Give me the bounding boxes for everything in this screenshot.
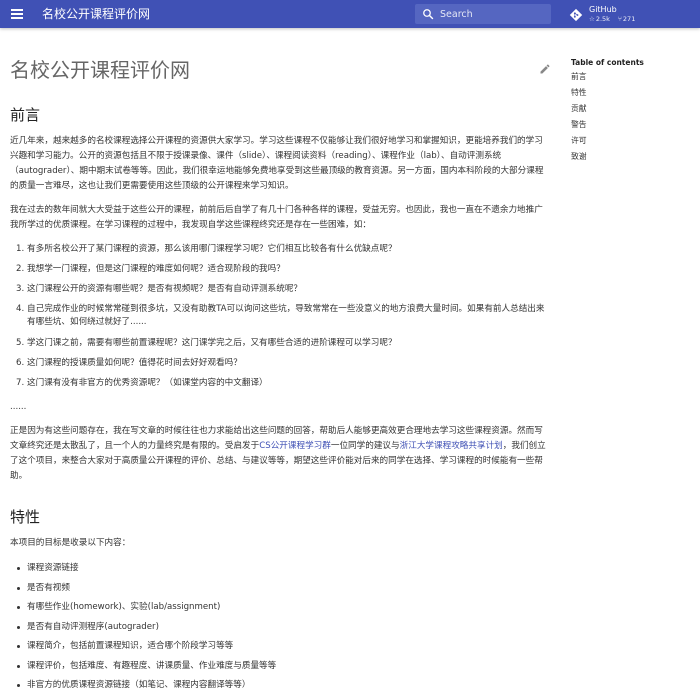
repo-facts: ☆2.5k ⑂271 [589, 15, 641, 23]
toc-item-contribute[interactable]: 贡献 [571, 101, 691, 117]
repo-name: GitHub [589, 5, 617, 14]
features-lead: 本项目的目标是收录以下内容： [10, 538, 131, 548]
list-item: 7. 这门课有没有非官方的优秀资源呢？（如课堂内容的中文翻译） [16, 378, 268, 388]
list-item: 是否有视频 [10, 582, 550, 602]
table-of-contents: Table of contents 前言 特性 贡献 警告 许可 致谢 [571, 58, 691, 165]
list-item: 2. 我想学一门课程，但是这门课程的难度如何呢？适合现阶段的我吗？ [16, 264, 285, 274]
toc-item-intro[interactable]: 前言 [571, 69, 691, 85]
list-item: 3. 这门课程公开的资源有哪些呢？是否有视频呢？是否有自动评测系统呢？ [16, 284, 303, 294]
list-item: 6. 这门课程的授课质量如何呢？值得花时间去好好观看吗？ [16, 358, 242, 368]
toc-title: Table of contents [571, 58, 644, 67]
features-list: 课程资源链接 是否有视频 有哪些作业(homework)、实验(lab/assi… [10, 562, 550, 699]
git-logo-icon [569, 8, 583, 22]
star-icon: ☆ [589, 15, 595, 23]
toc-item-license[interactable]: 许可 [571, 133, 691, 149]
list-item: 5. 学这门课之前，需要有哪些前置课程呢？这门课学完之后，又有哪些合适的进阶课程可… [16, 338, 397, 348]
toc-item-acknowledgements[interactable]: 致谢 [571, 149, 691, 165]
zju-course-guide-link[interactable]: 浙江大学课程攻略共享计划 [400, 441, 503, 451]
search-input[interactable] [440, 6, 545, 22]
star-count: 2.5k [595, 15, 610, 23]
list-item: 有哪些作业(homework)、实验(lab/assignment) [10, 601, 550, 621]
list-item: 是否有自动评测程序(autograder) [10, 621, 550, 641]
edit-pencil-icon[interactable] [539, 63, 551, 75]
questions-list: 1. 有多所名校公开了某门课程的资源，那么该用哪门课程学习呢？它们相互比较各有什么… [10, 243, 550, 397]
list-item: 4. 自己完成作业的时候常常碰到很多坑，又没有助教TA可以询问这些坑，导致常常在一… [16, 304, 545, 327]
fork-icon: ⑂ [618, 15, 622, 23]
section-heading-intro: 前言 [10, 106, 41, 124]
fork-count: 271 [622, 15, 636, 23]
list-item: 课程资源链接 [10, 562, 550, 582]
cs-study-group-link[interactable]: CS公开课程学习群 [259, 441, 331, 451]
intro-paragraph-1: 近几年来，越来越多的名校课程选择公开课程的资源供大家学习。学习这些课程不仅能够让… [10, 136, 544, 191]
site-title[interactable]: 名校公开课程评价网 [42, 6, 150, 22]
top-app-bar: 名校公开课程评价网 GitHub ☆2.5k ⑂271 [0, 0, 700, 28]
list-item: 1. 有多所名校公开了某门课程的资源，那么该用哪门课程学习呢？它们相互比较各有什么… [16, 244, 397, 254]
search-box[interactable] [415, 4, 551, 24]
toc-item-features[interactable]: 特性 [571, 85, 691, 101]
toc-item-warning[interactable]: 警告 [571, 117, 691, 133]
section-heading-features: 特性 [10, 508, 41, 526]
list-item: 课程评价，包括难度、有趣程度、讲课质量、作业难度与质量等等 [10, 660, 550, 680]
list-item: 非官方的优质课程资源链接（如笔记、课程内容翻译等等） [10, 679, 550, 699]
intro-paragraph-3: 正是因为有这些问题存在，我在写文章的时候往往也力求能给出这些问题的回答，帮助后人… [10, 426, 546, 481]
page-title: 名校公开课程评价网 [10, 58, 190, 82]
ellipsis-text: ...... [10, 402, 27, 412]
list-item: 课程简介，包括前置课程知识，适合哪个阶段学习等等 [10, 640, 550, 660]
hamburger-menu-icon[interactable] [11, 9, 23, 19]
intro-paragraph-2: 我在过去的数年间就大大受益于这些公开的课程，前前后后自学了有几十门各种各样的课程… [10, 205, 543, 230]
search-icon [423, 9, 434, 20]
